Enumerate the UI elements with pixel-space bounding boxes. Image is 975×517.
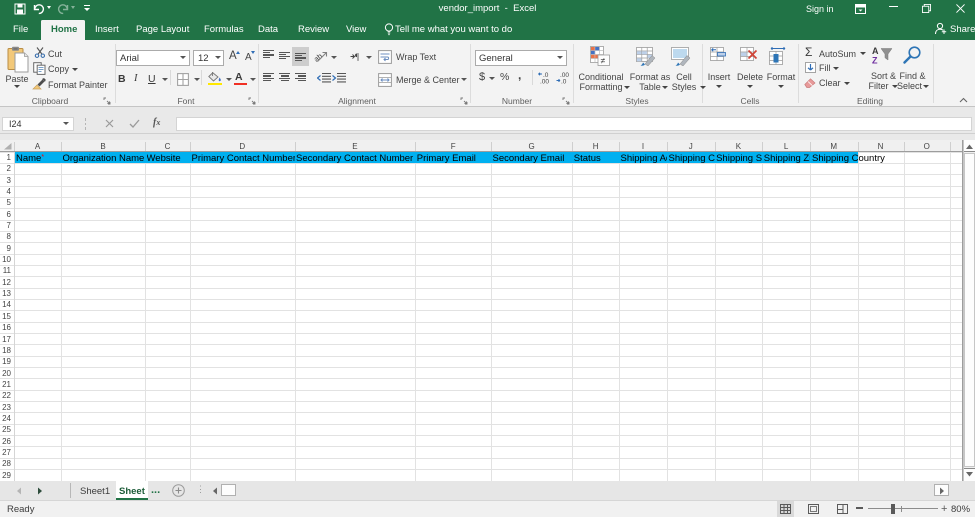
svg-text:.00: .00 — [540, 79, 549, 85]
svg-text:Z: Z — [872, 56, 878, 66]
svg-text:A: A — [872, 46, 879, 56]
svg-text:¶: ¶ — [355, 52, 359, 62]
svg-text:≠: ≠ — [601, 56, 606, 66]
